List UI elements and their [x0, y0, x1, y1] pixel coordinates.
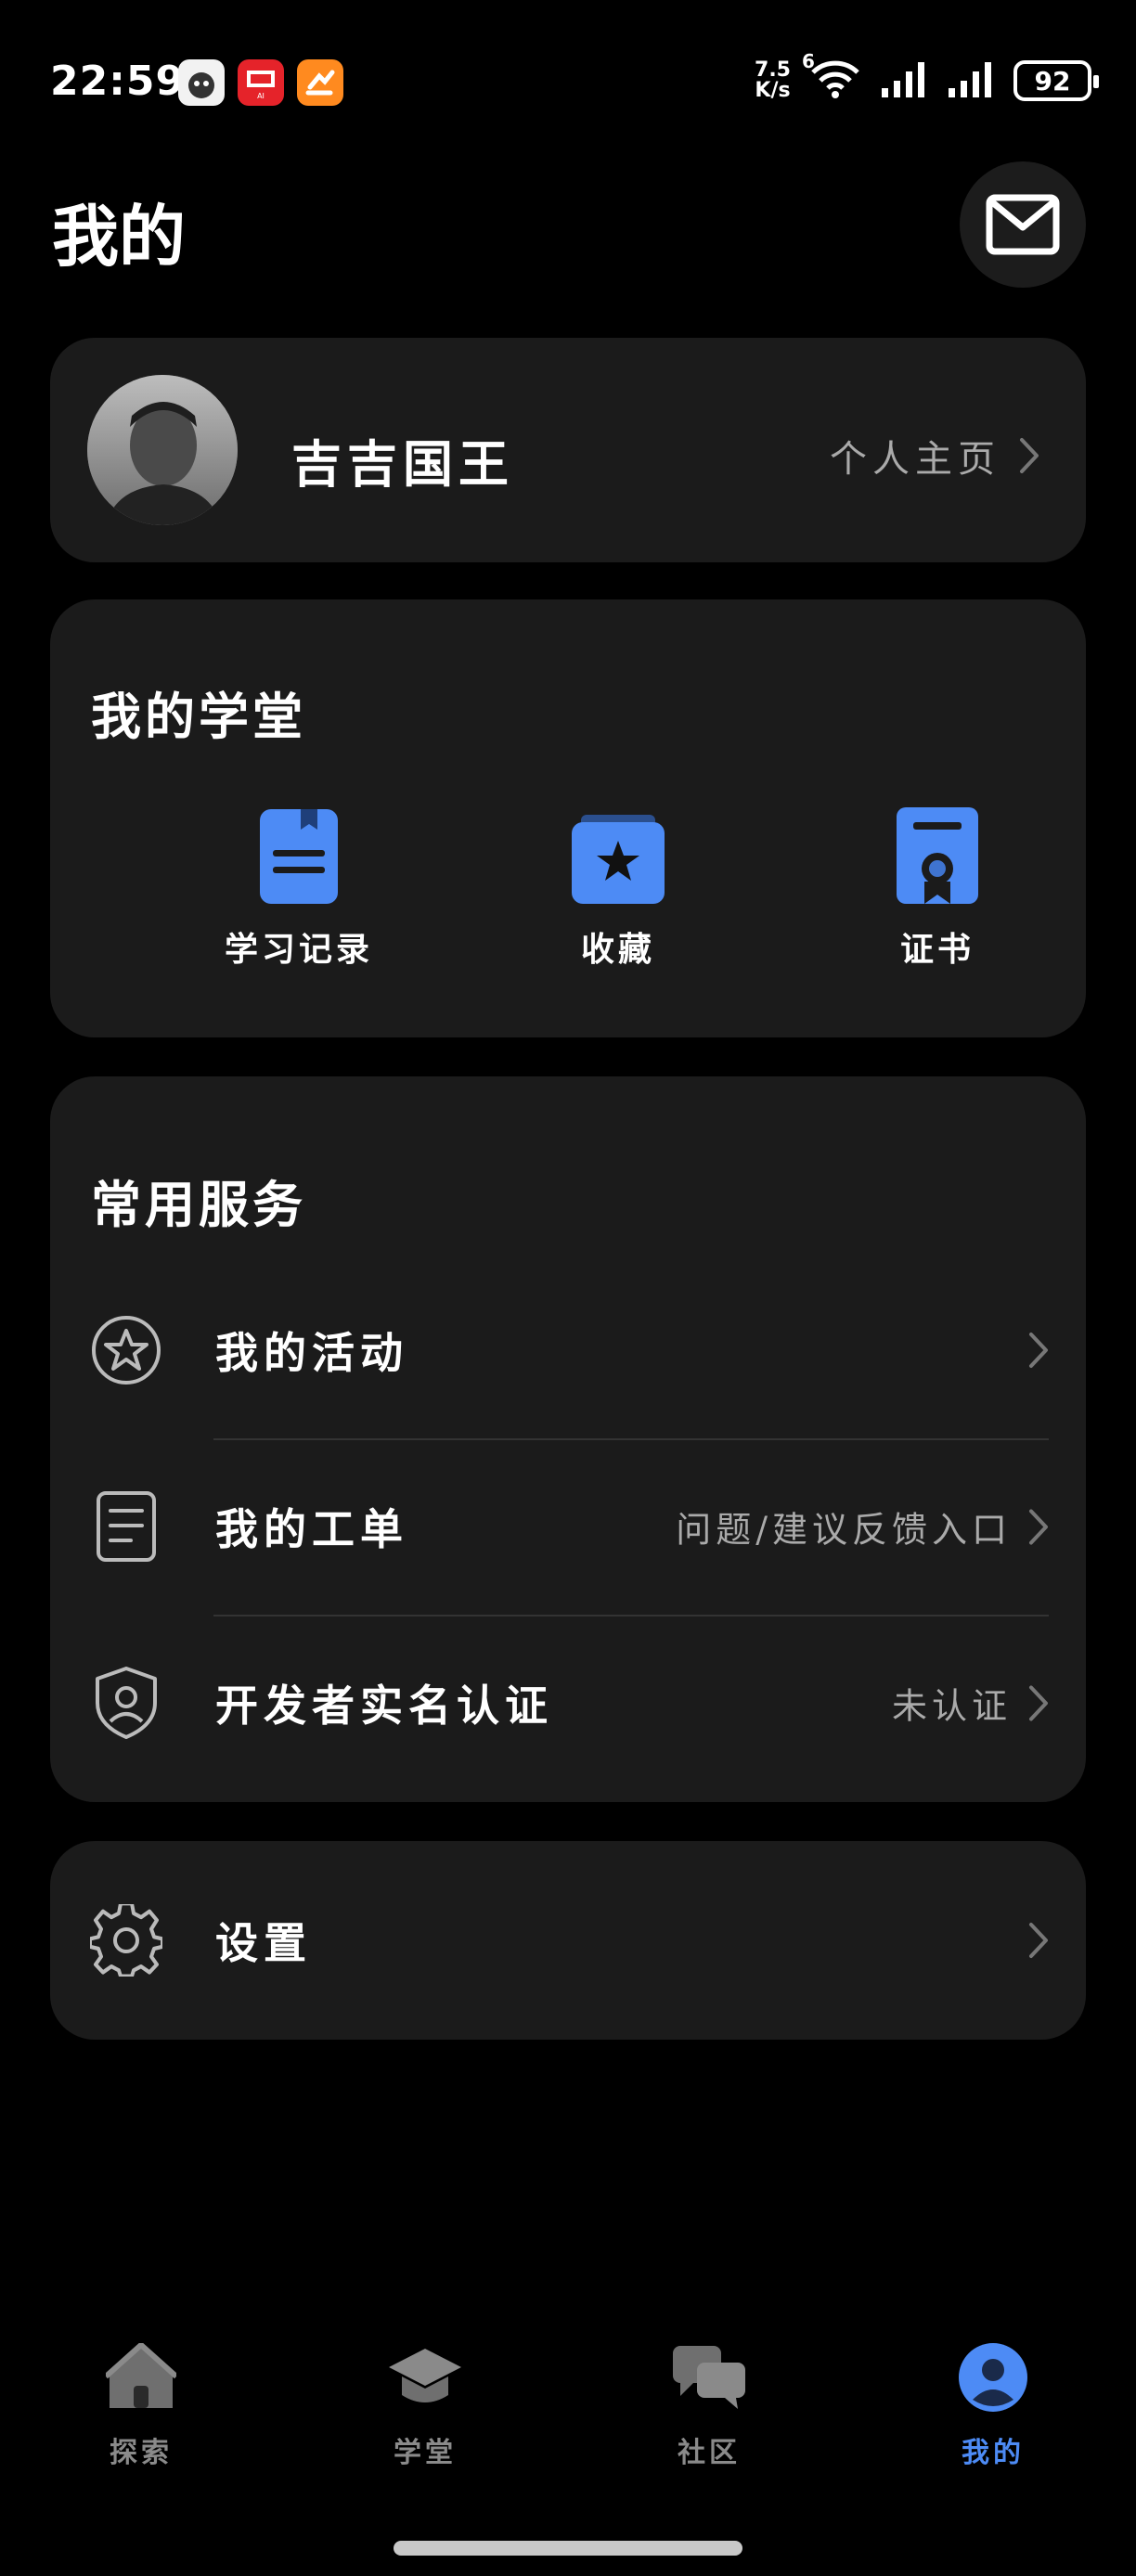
svg-text:AI: AI: [257, 92, 265, 100]
document-icon: [260, 802, 338, 904]
messages-button[interactable]: [960, 161, 1086, 288]
wifi-icon: 6: [802, 50, 863, 104]
bottom-navigation: 探索 学堂 社区 我的: [0, 2338, 1136, 2496]
service-right: [1012, 1332, 1049, 1369]
certificate-shortcut[interactable]: 证书: [826, 802, 1049, 971]
chevron-right-icon: [1029, 1509, 1048, 1544]
nav-label: 学堂: [394, 2437, 457, 2469]
service-right: 未认证: [892, 1678, 1049, 1729]
profile-homepage-link[interactable]: 个人主页: [830, 429, 1039, 483]
status-app-icons: AI: [178, 59, 343, 106]
nav-label: 我的: [962, 2437, 1025, 2469]
developer-verification-row[interactable]: 开发者实名认证 未认证: [50, 1615, 1086, 1791]
nav-label: 社区: [678, 2437, 741, 2469]
nav-item-academy[interactable]: 学堂: [332, 2338, 518, 2470]
gear-icon: [89, 1903, 163, 1977]
certificate-icon: [897, 802, 978, 904]
battery-icon: 92: [1013, 60, 1099, 101]
user-icon: [958, 2338, 1028, 2416]
signal-icon-2: [947, 58, 997, 103]
avatar[interactable]: [87, 375, 238, 525]
shield-user-icon: [89, 1666, 163, 1740]
service-label: 开发者实名认证: [215, 1681, 553, 1731]
service-label: 我的活动: [215, 1328, 408, 1378]
star-folder-icon: [572, 802, 665, 904]
service-label: 设置: [215, 1918, 312, 1968]
profile-card[interactable]: 吉吉国王 个人主页: [50, 338, 1086, 562]
study-record-shortcut[interactable]: 学习记录: [187, 802, 410, 971]
shortcut-label: 收藏: [580, 930, 655, 969]
service-right: [1028, 1922, 1049, 1959]
favorites-shortcut[interactable]: 收藏: [507, 802, 729, 971]
shortcut-label: 证书: [899, 930, 975, 969]
common-services-card: 常用服务 我的活动 我的工单 问题/建议反馈入口 开发者实名认证 未认证: [50, 1076, 1086, 1802]
ticket-icon: [89, 1489, 163, 1564]
chevron-right-icon: [1029, 1333, 1048, 1368]
net-speed: 7.5 K/s: [755, 58, 791, 102]
status-bar: 22:59 AI 7.5 K/s 6 92: [0, 0, 1136, 167]
shortcut-label: 学习记录: [224, 930, 373, 969]
graduation-cap-icon: [387, 2338, 463, 2416]
study-shortcuts: 学习记录 收藏 证书: [50, 802, 1086, 969]
services-section-title: 常用服务: [91, 1175, 306, 1234]
my-activities-row[interactable]: 我的活动: [50, 1262, 1086, 1438]
home-indicator[interactable]: [394, 2541, 742, 2556]
status-time: 22:59: [50, 58, 186, 105]
chevron-right-icon: [1029, 1685, 1048, 1720]
nav-label: 探索: [110, 2437, 173, 2469]
video-app-icon: AI: [238, 59, 284, 106]
study-section-title: 我的学堂: [91, 687, 306, 746]
chevron-right-icon: [1029, 1923, 1048, 1958]
page-title: 我的: [52, 197, 187, 276]
service-label: 我的工单: [215, 1504, 408, 1554]
my-study-card: 我的学堂 学习记录 收藏 证书: [50, 599, 1086, 1037]
username: 吉吉国王: [291, 434, 514, 494]
home-icon: [106, 2338, 176, 2416]
chevron-right-icon: [1020, 438, 1039, 473]
nav-item-explore[interactable]: 探索: [48, 2338, 234, 2470]
chat-bubbles-icon: [671, 2338, 747, 2416]
service-right: 问题/建议反馈入口: [676, 1501, 1049, 1552]
mail-icon: [986, 194, 1060, 255]
settings-card[interactable]: 设置: [50, 1841, 1086, 2040]
cat-app-icon: [178, 59, 225, 106]
nav-item-community[interactable]: 社区: [616, 2338, 802, 2470]
my-tickets-row[interactable]: 我的工单 问题/建议反馈入口: [50, 1438, 1086, 1615]
nav-item-mine[interactable]: 我的: [900, 2338, 1086, 2470]
star-circle-icon: [89, 1313, 163, 1387]
orange-app-icon: [297, 59, 343, 106]
signal-icon: [880, 58, 930, 103]
status-indicators: 7.5 K/s 6 92: [755, 50, 1099, 104]
settings-row[interactable]: 设置: [50, 1852, 1086, 2029]
